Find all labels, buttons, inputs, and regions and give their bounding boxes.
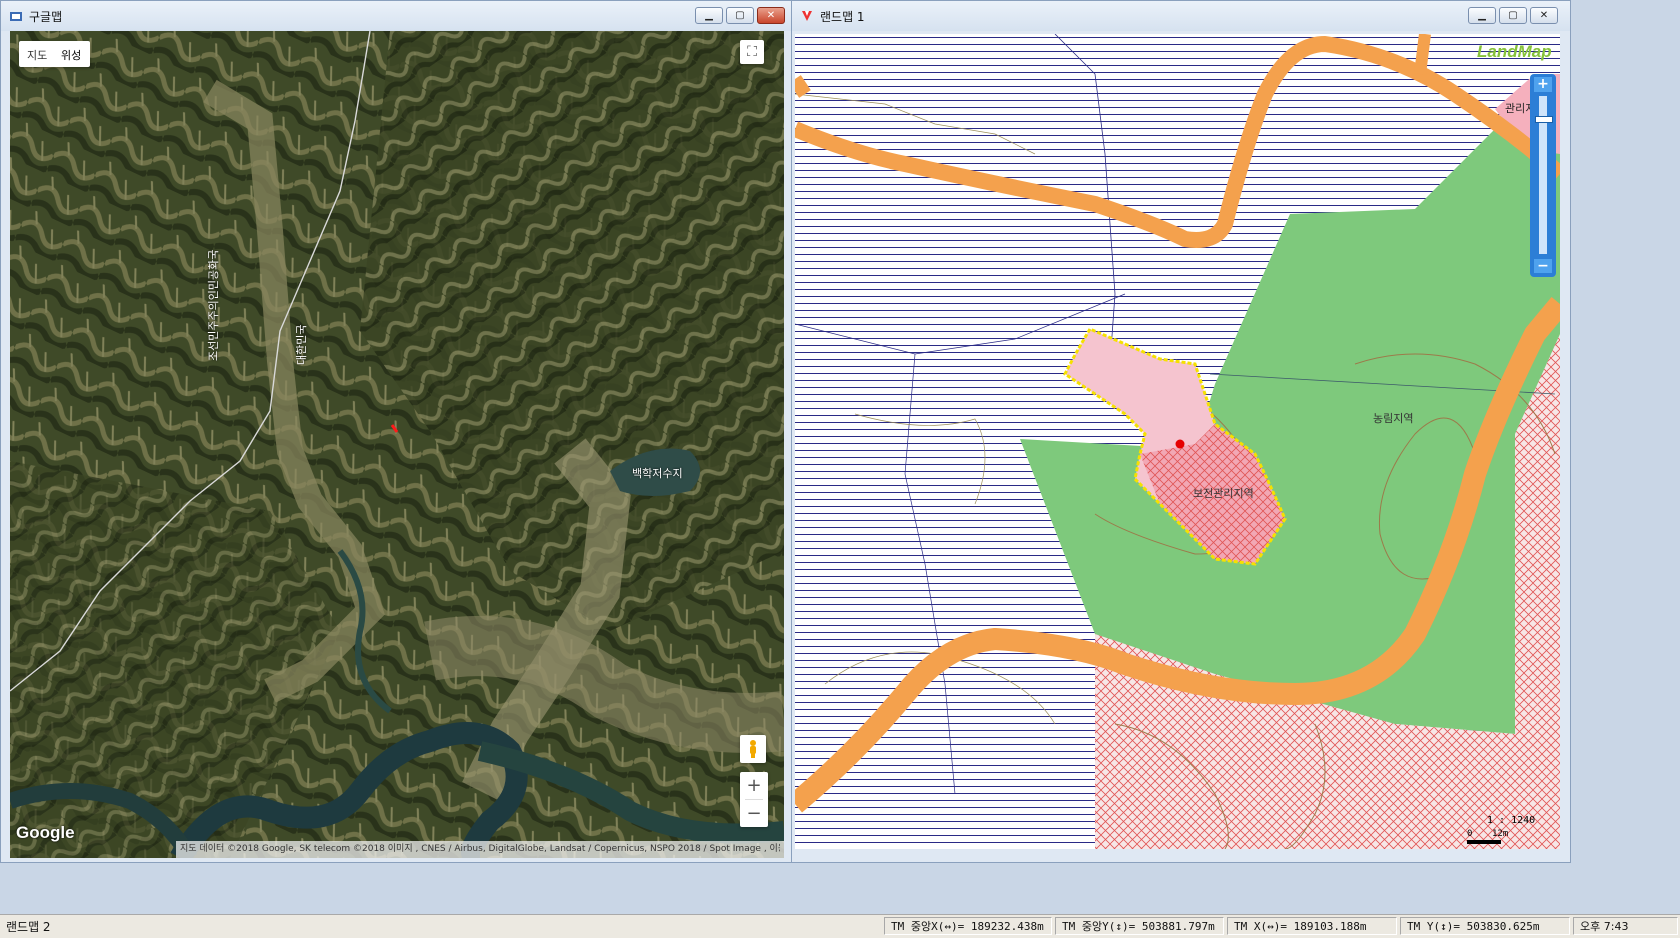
statusbar: 랜드맵 2 TM 중앙X(↔)= 189232.438m TM 중앙Y(↕)= …: [0, 914, 1680, 938]
zoning-map: [795, 34, 1560, 849]
pegman-icon: [750, 740, 756, 758]
label-north-korea: 조선민주주의인민공화국: [207, 249, 220, 361]
landmap-zoom-control: + −: [1530, 74, 1556, 277]
close-button[interactable]: ✕: [1530, 7, 1558, 24]
label-south-korea: 대한민국: [295, 324, 308, 365]
close-button[interactable]: ✕: [757, 7, 785, 24]
status-tm-x: TM X(↔)= 189103.188m: [1227, 917, 1397, 935]
scale-bar: [1467, 840, 1501, 844]
landmap-window-title: 랜드맵 1: [820, 10, 865, 24]
google-map-app-icon: [10, 12, 22, 21]
satellite-map[interactable]: 지도 위성 ⛶ 조선민주주의인민공화국 대한민국 백학저수지 + − Googl…: [10, 31, 784, 858]
zoom-out-button[interactable]: −: [740, 800, 768, 827]
status-tm-center-x: TM 중앙X(↔)= 189232.438m: [884, 917, 1052, 935]
status-clock: 오후 7:43: [1573, 917, 1678, 935]
google-map-window-title: 구글맵: [29, 10, 63, 24]
landmap-titlebar[interactable]: 랜드맵 1 ▁ ▢ ✕: [792, 1, 1570, 31]
fullscreen-button[interactable]: ⛶: [740, 40, 764, 64]
google-logo: Google: [16, 823, 75, 842]
landmap-logo: LandMap: [1477, 42, 1552, 61]
landmap-app-icon: [802, 11, 812, 21]
map-type-tab-map[interactable]: 지도: [27, 47, 47, 63]
pegman-button[interactable]: [740, 735, 766, 763]
google-map-titlebar[interactable]: 구글맵 ▁ ▢ ✕: [1, 1, 791, 31]
map-type-tab-satellite[interactable]: 위성: [61, 47, 81, 63]
scale-ratio: 1 : 1240: [1487, 815, 1536, 826]
scale-start: 0: [1467, 829, 1473, 839]
minimize-button[interactable]: ▁: [695, 7, 723, 24]
label-agri-forest-area: 농림지역: [1373, 412, 1414, 425]
landmap-window: 랜드맵 1 ▁ ▢ ✕ LandMap 보전관리지역 농림지역 관리지 + − …: [791, 0, 1571, 863]
minimize-button[interactable]: ▁: [1468, 7, 1496, 24]
zoom-control: + −: [740, 772, 768, 827]
landmap-map[interactable]: LandMap 보전관리지역 농림지역 관리지 + − 1 : 1240 0 1…: [795, 34, 1560, 849]
status-tm-center-y: TM 중앙Y(↕)= 503881.797m: [1055, 917, 1224, 935]
status-tm-y: TM Y(↕)= 503830.625m: [1400, 917, 1570, 935]
maximize-button[interactable]: ▢: [726, 7, 754, 24]
maximize-button[interactable]: ▢: [1499, 7, 1527, 24]
landmap-zoom-thumb[interactable]: [1535, 116, 1553, 123]
attribution-text[interactable]: 지도 데이터 ©2018 Google, SK telecom ©2018 이미…: [180, 842, 780, 857]
zoom-in-button[interactable]: +: [740, 772, 768, 799]
landmap-zoom-out-button[interactable]: −: [1534, 259, 1552, 273]
satellite-imagery: [10, 31, 784, 858]
status-app-label: 랜드맵 2: [6, 920, 51, 934]
fullscreen-icon: ⛶: [747, 44, 757, 60]
google-map-window: 구글맵 ▁ ▢ ✕ 지도 위성 ⛶ 조선민주주의인민공화국 대한민국 백학저수지…: [0, 0, 792, 863]
label-reservoir: 백학저수지: [632, 467, 683, 480]
landmap-zoom-in-button[interactable]: +: [1534, 77, 1552, 92]
scale-end: 12m: [1492, 829, 1509, 839]
label-conservation-area: 보전관리지역: [1193, 487, 1254, 500]
map-type-control: 지도 위성: [19, 41, 90, 67]
